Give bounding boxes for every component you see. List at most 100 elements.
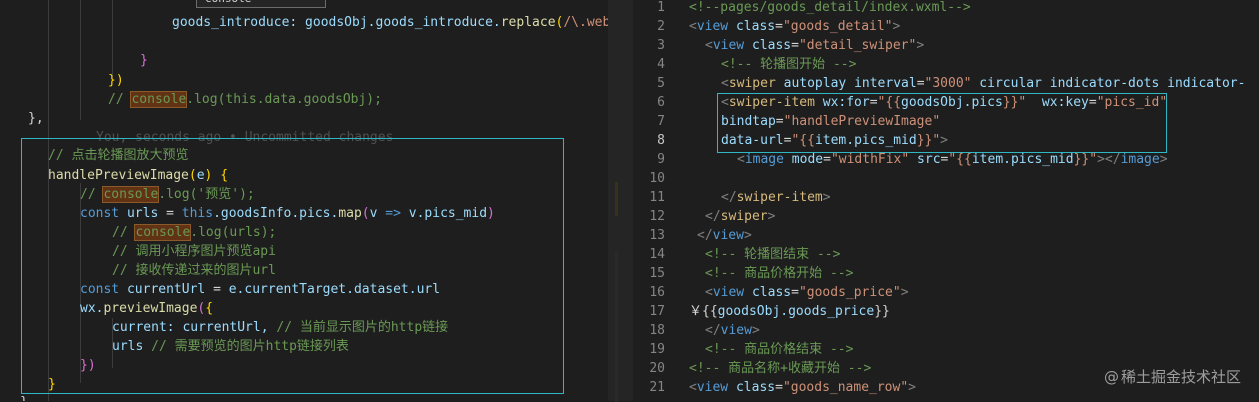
right-editor-pane[interactable]: 1 2 3 4 5 6 7 8 9 10 11 12 13 14 15 16 17 18 19 20 21 <!--pa… bbox=[633, 0, 1259, 401]
code-line[interactable]: </view> bbox=[697, 226, 752, 245]
code-token: < bbox=[721, 95, 729, 110]
line-number: 6 bbox=[657, 95, 665, 110]
editor-gutter-divider bbox=[608, 0, 633, 402]
code-token: ) bbox=[487, 206, 495, 221]
line-number: 8 bbox=[657, 133, 665, 148]
code-line[interactable]: const currentUrl = e.currentTarget.datas… bbox=[80, 280, 440, 299]
code-line[interactable]: <!-- 商品价格开始 --> bbox=[705, 264, 853, 283]
code-token: <!--pages/goods_detail/index.wxml--> bbox=[689, 0, 971, 15]
code-token: console bbox=[102, 186, 160, 203]
code-line[interactable]: bindtap="handlePreviewImage" bbox=[721, 112, 940, 131]
code-line[interactable]: <view class="detail_swiper"> bbox=[705, 36, 924, 55]
code-token: class bbox=[735, 19, 776, 34]
code-line[interactable]: <!-- 轮播图开始 --> bbox=[721, 55, 856, 74]
code-token: "{{ bbox=[791, 133, 815, 148]
code-line[interactable]: <!-- 商品名称+收藏开始 --> bbox=[689, 359, 871, 378]
code-line[interactable]: handlePreviewImage(e) { bbox=[48, 166, 228, 185]
code-token: class bbox=[751, 285, 792, 300]
line-number: 21 bbox=[649, 380, 665, 395]
code-token: ) { bbox=[204, 168, 229, 183]
line-number: 9 bbox=[657, 152, 665, 167]
code-token: > bbox=[900, 285, 909, 300]
line-number: 1 bbox=[657, 0, 665, 15]
code-token: </ bbox=[697, 228, 713, 243]
code-token: view bbox=[696, 19, 736, 34]
code-token: < bbox=[689, 380, 697, 395]
code-line[interactable]: ￥{{goodsObj.goods_price}} bbox=[689, 302, 890, 321]
code-token: view bbox=[696, 380, 736, 395]
line-number: 5 bbox=[657, 76, 665, 91]
code-token: "goods_name_row" bbox=[782, 380, 909, 395]
line-number: 13 bbox=[649, 228, 665, 243]
code-line[interactable]: data-url="{{item.pics_mid}}"> bbox=[721, 131, 948, 150]
line-number: 11 bbox=[649, 190, 665, 205]
code-line[interactable]: // 调用小程序图片预览api bbox=[112, 242, 276, 261]
code-line[interactable]: }) bbox=[80, 356, 96, 375]
code-line[interactable]: <view class="goods_name_row"> bbox=[689, 378, 916, 397]
code-line[interactable]: } bbox=[140, 51, 148, 70]
line-number: 15 bbox=[649, 266, 665, 281]
code-line[interactable]: urls // 需要预览的图片http链接列表 bbox=[112, 337, 349, 356]
code-token: = bbox=[823, 152, 831, 167]
left-editor-pane[interactable]: console goods_introduce: goodsObj.goods_… bbox=[0, 0, 624, 401]
code-line[interactable]: // console.log(urls); bbox=[112, 223, 276, 242]
code-token: { bbox=[205, 301, 214, 316]
code-line[interactable]: <swiper autoplay interval="3000" circula… bbox=[721, 74, 1259, 93]
code-token: console bbox=[130, 91, 188, 108]
code-line[interactable]: </swiper-item> bbox=[721, 188, 831, 207]
line-number: 2 bbox=[657, 19, 665, 34]
code-line[interactable]: }) bbox=[108, 71, 124, 90]
code-token: }}" bbox=[1002, 95, 1027, 110]
code-token: = bbox=[775, 380, 783, 395]
code-token: > bbox=[767, 209, 776, 224]
code-token: // 需要预览的图片http链接列表 bbox=[151, 339, 349, 354]
scrollbar[interactable] bbox=[1245, 0, 1259, 401]
code-line[interactable]: // console.log(this.data.goodsObj); bbox=[108, 90, 382, 109]
code-token: autoplay interval bbox=[783, 76, 917, 91]
code-token: .log(urls); bbox=[190, 225, 277, 240]
code-line[interactable]: const urls = this.goodsInfo.pics.map(v =… bbox=[80, 204, 495, 223]
code-token: swiper-item bbox=[736, 190, 823, 205]
code-line[interactable]: goods_introduce: goodsObj.goods_introduc… bbox=[172, 13, 624, 32]
code-line[interactable]: <!-- 商品价格结束 --> bbox=[705, 340, 853, 359]
line-number: 4 bbox=[657, 57, 665, 72]
code-line[interactable]: wx.previewImage({ bbox=[80, 299, 213, 318]
code-token: wx:key bbox=[1026, 95, 1089, 110]
suggest-widget[interactable]: console bbox=[196, 0, 326, 8]
code-line[interactable]: }, bbox=[28, 109, 44, 128]
code-token: console bbox=[134, 224, 192, 241]
code-token: wx. bbox=[80, 301, 104, 316]
code-line[interactable]: <!--pages/goods_detail/index.wxml--> bbox=[689, 0, 971, 17]
code-token: swiper bbox=[728, 76, 784, 91]
code-token: v.pics_mid bbox=[408, 206, 488, 221]
indent-guide bbox=[80, 0, 81, 120]
code-line[interactable]: // console.log('预览'); bbox=[80, 185, 255, 204]
code-line[interactable]: // 点击轮播图放大预览 bbox=[48, 146, 188, 165]
code-line[interactable]: // 接收传递过来的图片url bbox=[112, 261, 276, 280]
line-number: 17 bbox=[649, 304, 665, 319]
code-token: class bbox=[751, 38, 792, 53]
code-line[interactable]: } bbox=[48, 375, 56, 394]
code-token: ￥{{ bbox=[689, 304, 718, 319]
code-token: urls bbox=[126, 206, 159, 221]
code-token: swiper bbox=[720, 209, 768, 224]
code-line[interactable]: <image mode="widthFix" src="{{item.pics_… bbox=[737, 150, 1168, 169]
code-token: = bbox=[775, 19, 783, 34]
code-line[interactable]: You, seconds ago • Uncommitted changes bbox=[96, 128, 393, 147]
code-token: bindtap bbox=[721, 114, 776, 129]
code-token: > bbox=[892, 19, 901, 34]
code-token: wx:for bbox=[822, 95, 870, 110]
code-token: }, bbox=[28, 111, 44, 126]
code-token: } bbox=[140, 53, 148, 68]
code-line[interactable]: <view class="goods_detail"> bbox=[689, 17, 900, 36]
code-token: > bbox=[751, 323, 760, 338]
code-line[interactable]: }, bbox=[20, 393, 36, 401]
code-line[interactable]: current: currentUrl, // 当前显示图片的http链接 bbox=[112, 318, 448, 337]
code-token: view bbox=[712, 285, 752, 300]
code-line[interactable]: <swiper-item wx:for="{{goodsObj.pics}}" … bbox=[721, 93, 1167, 112]
code-line[interactable]: </view> bbox=[705, 321, 760, 340]
code-token: mode bbox=[791, 152, 824, 167]
code-line[interactable]: <view class="goods_price"> bbox=[705, 283, 909, 302]
code-line[interactable]: </swiper> bbox=[705, 207, 775, 226]
code-line[interactable]: <!-- 轮播图结束 --> bbox=[705, 245, 840, 264]
